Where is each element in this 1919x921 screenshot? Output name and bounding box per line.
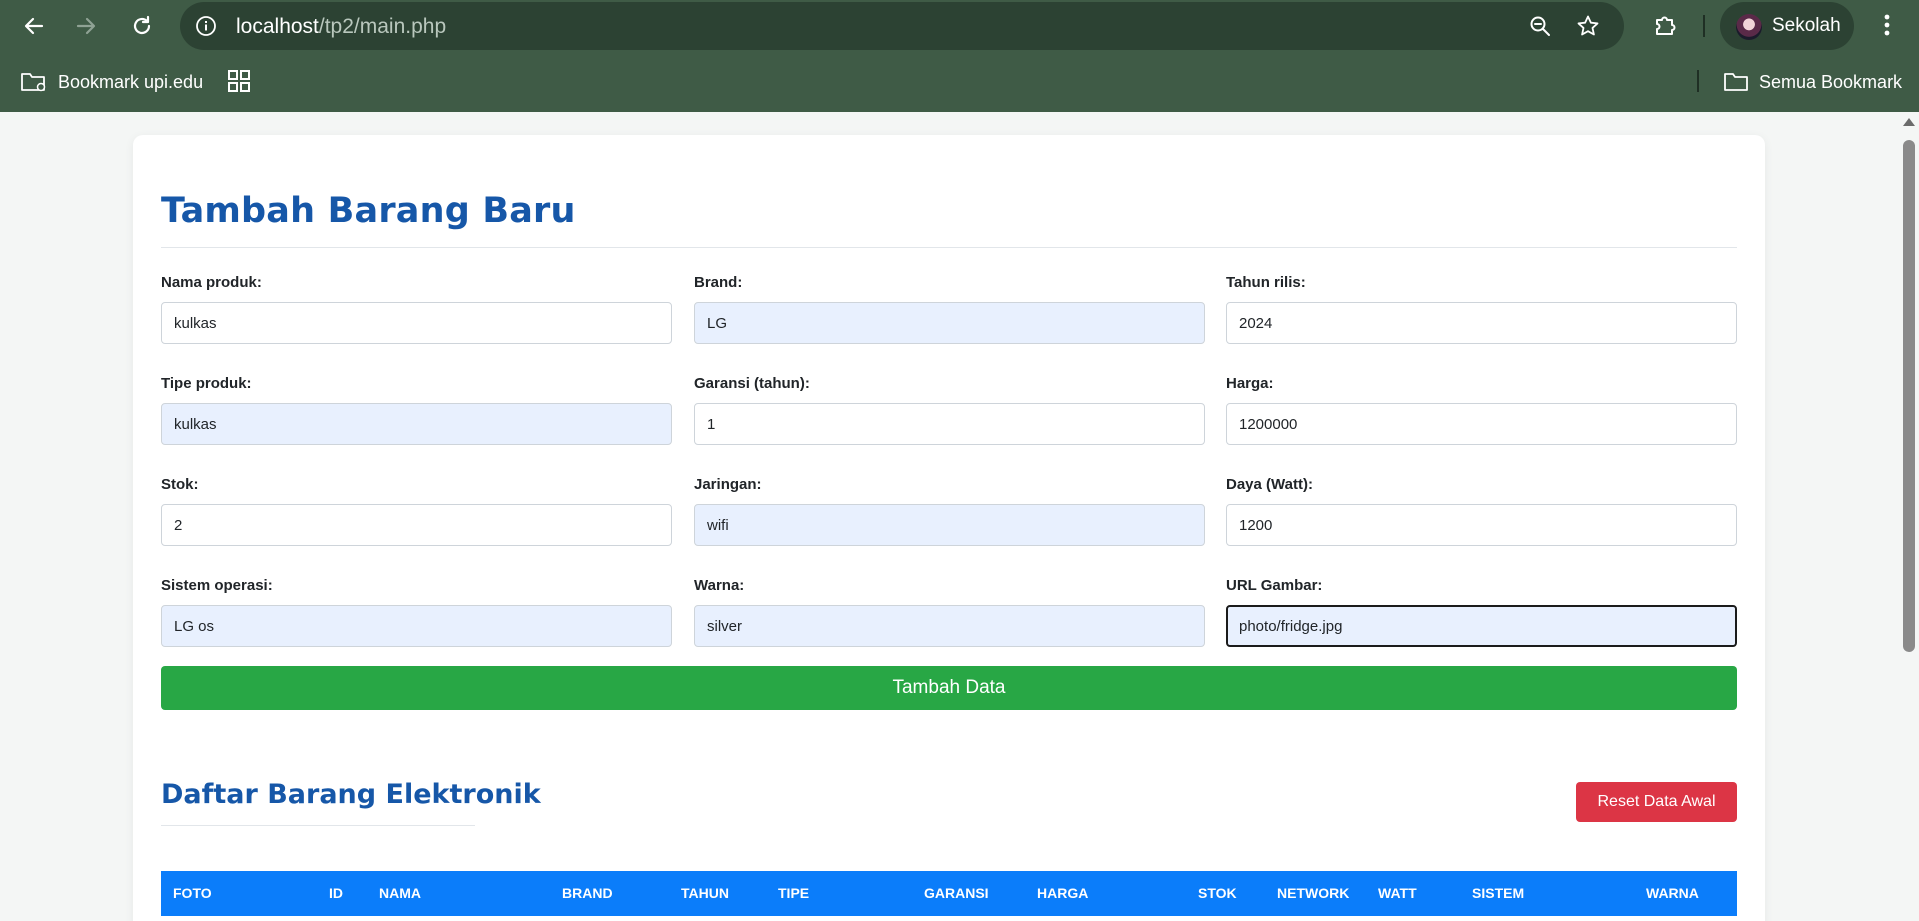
tipe-produk-input[interactable]	[161, 403, 672, 445]
field-tipe-produk: Tipe produk:	[161, 374, 672, 445]
field-jaringan: Jaringan:	[694, 475, 1205, 546]
scrollbar-thumb[interactable]	[1903, 140, 1915, 652]
site-info-icon[interactable]	[194, 14, 218, 38]
field-garansi: Garansi (tahun):	[694, 374, 1205, 445]
all-bookmarks-label: Semua Bookmark	[1759, 71, 1903, 92]
managed-folder-icon	[21, 73, 46, 92]
field-url-gambar: URL Gambar:	[1226, 576, 1737, 647]
column-header-sistem: SISTEM	[1472, 885, 1525, 901]
field-brand: Brand:	[694, 273, 1205, 344]
field-label: Brand:	[694, 274, 743, 291]
field-label: URL Gambar:	[1226, 577, 1323, 594]
garansi-input[interactable]	[694, 403, 1205, 445]
field-label: Warna:	[694, 577, 745, 594]
extensions-button[interactable]	[1650, 10, 1680, 40]
table-header: FOTO ID NAMA BRAND TAHUN TIPE GARANSI HA…	[161, 871, 1737, 916]
url-gambar-input[interactable]	[1226, 605, 1737, 647]
column-header-tahun: TAHUN	[681, 885, 729, 901]
field-stok: Stok:	[161, 475, 672, 546]
column-header-tipe: TIPE	[778, 885, 810, 901]
field-label: Tahun rilis:	[1226, 274, 1306, 291]
browser-toolbar: localhost/tp2/main.php Sekolah	[0, 0, 1919, 52]
field-daya: Daya (Watt):	[1226, 475, 1737, 546]
field-label: Stok:	[161, 476, 199, 493]
url-path: /tp2/main.php	[318, 15, 447, 38]
arrow-left-icon	[24, 17, 44, 35]
form-title: Tambah Barang Baru	[161, 191, 576, 231]
scroll-up-arrow-icon[interactable]	[1903, 118, 1915, 126]
tahun-rilis-input[interactable]	[1226, 302, 1737, 344]
browser-chrome: localhost/tp2/main.php Sekolah Bookmark …	[0, 0, 1919, 112]
field-tahun-rilis: Tahun rilis:	[1226, 273, 1737, 344]
avatar	[1736, 14, 1762, 40]
list-title-divider	[161, 825, 475, 826]
sistem-operasi-input[interactable]	[161, 605, 672, 647]
bookmark-folder-upi[interactable]: Bookmark upi.edu	[20, 68, 203, 96]
zoom-icon[interactable]	[1528, 14, 1552, 38]
apps-grid-icon[interactable]	[226, 68, 252, 94]
warna-input[interactable]	[694, 605, 1205, 647]
column-header-foto: FOTO	[173, 885, 212, 901]
field-label: Sistem operasi:	[161, 577, 273, 594]
stok-input[interactable]	[161, 504, 672, 546]
tambah-data-button[interactable]: Tambah Data	[161, 666, 1737, 710]
forward-button[interactable]	[70, 10, 102, 42]
field-nama-produk: Nama produk:	[161, 273, 672, 344]
browser-menu-button[interactable]	[1872, 10, 1902, 40]
profile-name: Sekolah	[1772, 15, 1841, 36]
bookmarks-bar: Bookmark upi.edu	[0, 56, 1919, 108]
brand-input[interactable]	[694, 302, 1205, 344]
star-icon[interactable]	[1576, 14, 1600, 38]
column-header-id: ID	[329, 885, 343, 901]
reload-button[interactable]	[126, 10, 158, 42]
reload-icon	[133, 15, 151, 35]
list-title: Daftar Barang Elektronik	[161, 779, 541, 810]
arrow-right-icon	[76, 17, 96, 35]
daya-input[interactable]	[1226, 504, 1737, 546]
column-header-nama: NAMA	[379, 885, 421, 901]
address-url[interactable]: localhost/tp2/main.php	[236, 15, 446, 39]
toolbar-divider	[1703, 15, 1705, 37]
reset-data-button[interactable]: Reset Data Awal	[1576, 782, 1737, 822]
main-card: Tambah Barang Baru Nama produk: Brand: T…	[133, 135, 1765, 921]
field-label: Harga:	[1226, 375, 1274, 392]
field-label: Tipe produk:	[161, 375, 252, 392]
field-label: Jaringan:	[694, 476, 762, 493]
column-header-watt: WATT	[1378, 885, 1417, 901]
field-label: Garansi (tahun):	[694, 375, 810, 392]
column-header-stok: STOK	[1198, 885, 1237, 901]
title-divider	[161, 247, 1737, 248]
field-sistem-operasi: Sistem operasi:	[161, 576, 672, 647]
url-host: localhost	[236, 15, 319, 38]
nama-produk-input[interactable]	[161, 302, 672, 344]
column-header-brand: BRAND	[562, 885, 613, 901]
jaringan-input[interactable]	[694, 504, 1205, 546]
field-label: Nama produk:	[161, 274, 262, 291]
bookmarks-divider	[1697, 70, 1699, 92]
harga-input[interactable]	[1226, 403, 1737, 445]
field-warna: Warna:	[694, 576, 1205, 647]
more-vertical-icon	[1884, 14, 1890, 36]
field-label: Daya (Watt):	[1226, 476, 1313, 493]
folder-icon	[1724, 73, 1748, 91]
profile-button[interactable]: Sekolah	[1720, 2, 1854, 50]
back-button[interactable]	[18, 10, 50, 42]
column-header-warna: WARNA	[1646, 885, 1699, 901]
address-bar[interactable]: localhost/tp2/main.php	[180, 2, 1624, 50]
puzzle-icon	[1656, 16, 1676, 35]
all-bookmarks-button[interactable]: Semua Bookmark	[1723, 68, 1902, 96]
bookmark-folder-label: Bookmark upi.edu	[58, 71, 204, 92]
column-header-garansi: GARANSI	[924, 885, 989, 901]
column-header-harga: HARGA	[1037, 885, 1089, 901]
field-harga: Harga:	[1226, 374, 1737, 445]
column-header-network: NETWORK	[1277, 885, 1350, 901]
